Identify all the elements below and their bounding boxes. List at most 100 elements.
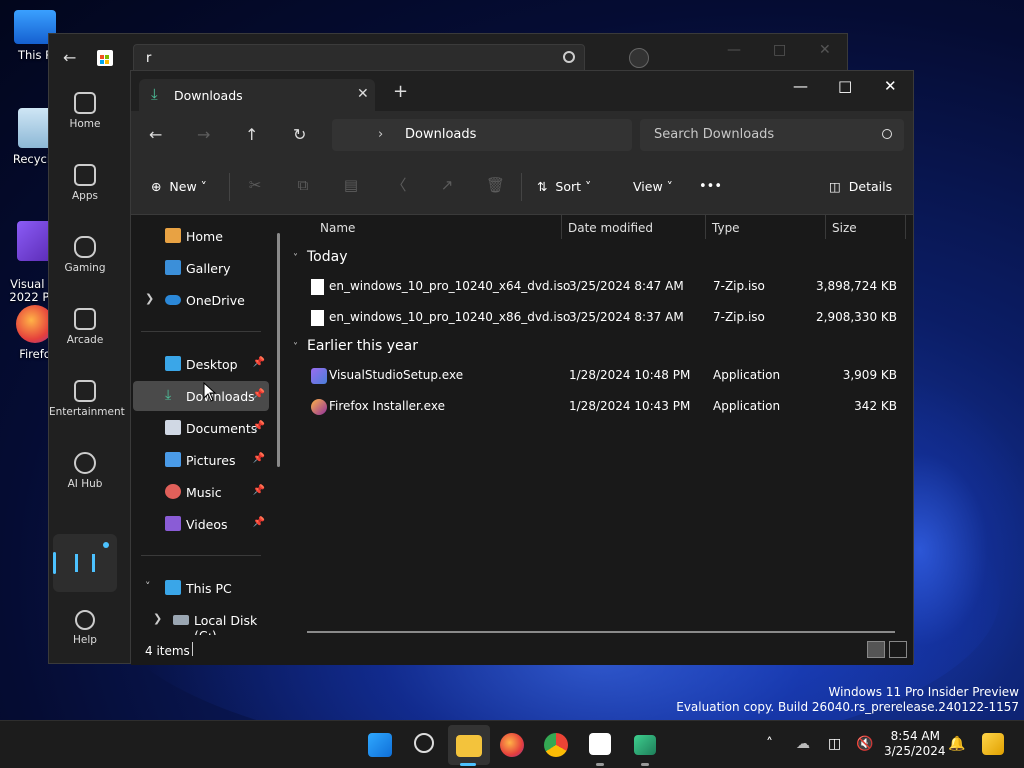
nav-item-pictures[interactable]: Pictures 📌 [133,445,269,475]
chevron-right-icon[interactable]: ❯ [145,292,154,305]
column-header-date[interactable]: Date modified [568,221,653,235]
forward-arrow-icon[interactable]: → [197,125,210,144]
paste-icon[interactable]: ▤ [342,176,360,194]
details-button[interactable]: ◫ Details [829,179,892,194]
details-view-icon[interactable] [867,641,885,658]
chevron-right-icon[interactable]: ❯ [153,612,162,625]
nav-item-music[interactable]: Music 📌 [133,477,269,507]
breadcrumb-downloads[interactable]: Downloads [405,127,476,142]
store-nav-gaming[interactable]: Gaming [49,236,121,298]
firefox-taskbar-icon[interactable] [500,733,524,757]
store-nav-ai-hub[interactable]: AI Hub [49,452,121,514]
visual-studio-installer-icon [311,368,327,384]
store-taskbar-icon[interactable] [589,733,611,755]
view-button[interactable]: View ˅ [633,179,673,194]
nav-label: Videos [186,517,228,532]
help-icon [75,610,95,630]
notification-bell-icon[interactable]: 🔔 [948,736,965,752]
nav-item-local-disk[interactable]: ❯Local Disk (C:) [133,605,269,643]
column-divider[interactable] [905,215,906,239]
column-header-type[interactable]: Type [712,221,740,235]
group-header-earlier-this-year[interactable]: ˅ Earlier this year [293,338,418,354]
clock-date: 3/25/2024 [884,744,946,758]
file-explorer-taskbar-icon[interactable] [456,735,482,757]
pin-icon[interactable]: 📌 [253,485,265,496]
store-nav-arcade[interactable]: Arcade [49,308,121,370]
store-nav-help[interactable]: Help [49,600,121,662]
column-divider[interactable] [561,215,562,239]
chevron-down-icon[interactable]: ˅ [145,580,151,593]
pin-icon[interactable]: 📌 [253,357,265,368]
search-input[interactable]: Search Downloads [640,119,904,151]
nav-item-documents[interactable]: Documents 📌 [133,413,269,443]
close-button[interactable]: ✕ [884,77,897,95]
pin-icon[interactable]: 📌 [253,517,265,528]
column-divider[interactable] [825,215,826,239]
file-row[interactable]: VisualStudioSetup.exe 1/28/2024 10:48 PM… [297,360,909,390]
tab-title: Downloads [174,88,243,103]
close-icon[interactable]: ✕ [819,42,831,58]
nav-item-onedrive[interactable]: ❯ OneDrive [133,285,269,315]
close-tab-icon[interactable]: ✕ [357,86,369,102]
minimize-button[interactable]: — [793,77,808,95]
file-row[interactable]: en_windows_10_pro_10240_x64_dvd.iso 3/25… [297,271,909,301]
breadcrumb[interactable]: › Downloads [332,119,632,151]
store-nav-library[interactable] [53,534,117,592]
store-nav-entertainment[interactable]: Entertainment [49,380,125,442]
cloud-offline-icon[interactable]: ☁ [796,736,810,752]
minimize-icon[interactable]: — [727,42,741,58]
back-arrow-icon[interactable]: ← [63,48,83,68]
refresh-icon[interactable]: ↻ [293,125,306,144]
insider-badge-icon[interactable] [982,733,1004,755]
display-icon[interactable]: ◫ [828,736,841,752]
file-row[interactable]: en_windows_10_pro_10240_x86_dvd.iso 3/25… [297,302,909,332]
new-tab-button[interactable]: + [393,83,408,101]
group-label: Earlier this year [307,338,419,354]
column-header-size[interactable]: Size [832,221,857,235]
more-options-button[interactable]: ••• [699,179,722,194]
share-icon[interactable]: ↗ [438,176,456,194]
store-nav-apps[interactable]: Apps [49,164,121,226]
search-icon[interactable] [563,51,575,63]
tiles-view-icon[interactable] [889,641,907,658]
nav-item-home[interactable]: Home [133,221,269,251]
nav-scrollbar[interactable] [277,233,280,467]
file-row[interactable]: Firefox Installer.exe 1/28/2024 10:43 PM… [297,391,909,421]
maximize-icon[interactable]: □ [773,42,786,58]
up-arrow-icon[interactable]: ↑ [245,125,258,144]
pin-icon[interactable]: 📌 [253,453,265,464]
nav-item-desktop[interactable]: Desktop 📌 [133,349,269,379]
back-arrow-icon[interactable]: ← [149,125,162,144]
search-icon[interactable] [414,733,434,753]
chevron-up-icon[interactable]: ˄ [766,736,773,752]
delete-icon[interactable]: 🗑 [486,176,505,194]
account-avatar-icon[interactable] [629,48,649,68]
pin-icon[interactable]: 📌 [253,421,265,432]
nav-item-downloads[interactable]: ⤓ Downloads 📌 [133,381,269,411]
column-header-name[interactable]: Name [320,221,355,235]
cut-icon[interactable]: ✂ [246,176,264,194]
new-button[interactable]: ⊕ New ˅ [151,179,207,194]
search-icon [882,129,892,139]
nav-item-videos[interactable]: Videos 📌 [133,509,269,539]
divider [141,555,261,556]
chrome-taskbar-icon[interactable] [544,733,568,757]
cloud-icon [165,295,181,305]
nav-item-gallery[interactable]: Gallery [133,253,269,283]
maximize-button[interactable]: □ [838,77,852,95]
group-header-today[interactable]: ˅ Today [293,249,348,265]
system-clock[interactable]: 8:54 AM 3/25/2024 [884,729,946,759]
nav-item-this-pc[interactable]: ˅ This PC [133,573,269,603]
rename-icon[interactable]: 〈 [390,176,408,194]
tab-downloads[interactable]: ⤓ Downloads ✕ [139,79,375,111]
app-taskbar-icon[interactable] [634,735,656,755]
details-label: Details [848,179,893,194]
start-button[interactable] [368,733,392,757]
pin-icon[interactable]: 📌 [253,389,265,400]
store-nav-home[interactable]: Home [49,92,121,154]
horizontal-scrollbar[interactable] [307,631,895,633]
sort-button[interactable]: ⇅ Sort ˅ [537,179,591,194]
copy-icon[interactable]: ⧉ [294,176,312,194]
volume-muted-icon[interactable]: 🔇 [856,736,873,752]
column-divider[interactable] [705,215,706,239]
